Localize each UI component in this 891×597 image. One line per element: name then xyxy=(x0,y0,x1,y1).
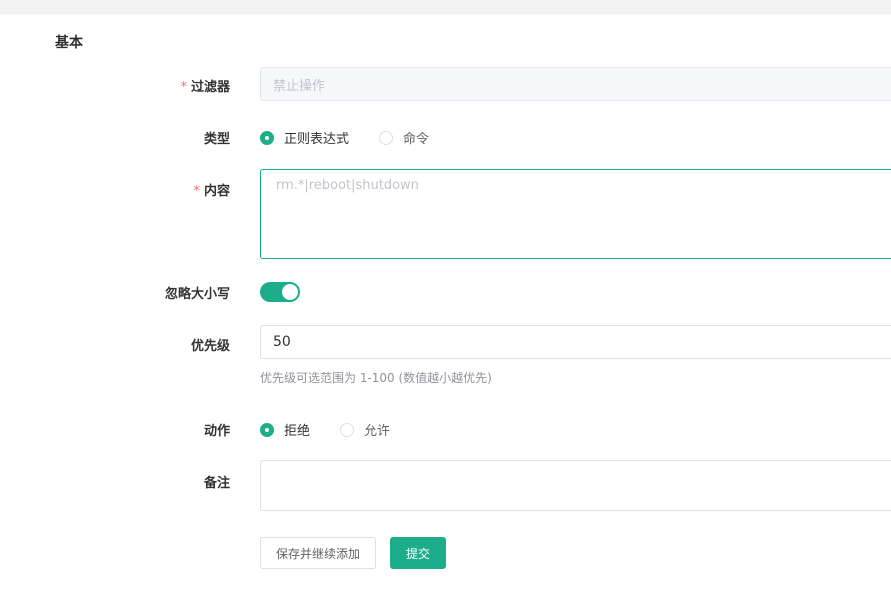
type-option-regex[interactable]: 正则表达式 xyxy=(260,128,349,147)
priority-label: 优先级 xyxy=(190,339,230,354)
priority-hint: 优先级可选范围为 1-100 (数值越小越优先) xyxy=(260,371,492,385)
type-option-regex-label: 正则表达式 xyxy=(284,132,350,147)
action-label: 动作 xyxy=(203,424,230,439)
filter-placeholder: 禁止操作 xyxy=(273,78,326,94)
required-mark: * xyxy=(180,80,187,95)
action-option-allow-label: 允许 xyxy=(364,424,391,439)
action-option-deny[interactable]: 拒绝 xyxy=(260,420,310,439)
content-placeholder: rm.*|reboot|shutdown xyxy=(276,178,419,193)
type-radio-group: 正则表达式 命令 xyxy=(260,128,459,147)
remark-textarea[interactable] xyxy=(260,460,891,511)
radio-checked-icon xyxy=(260,130,274,145)
radio-checked-icon xyxy=(260,422,274,437)
filter-label: * 过滤器 xyxy=(0,76,230,95)
priority-input[interactable]: 50 xyxy=(260,325,891,359)
content-textarea[interactable]: rm.*|reboot|shutdown xyxy=(260,169,891,259)
filter-input[interactable]: 禁止操作 xyxy=(260,67,891,101)
action-option-allow[interactable]: 允许 xyxy=(340,420,390,439)
content-label-text: 内容 xyxy=(203,184,230,199)
switch-knob xyxy=(282,284,298,300)
section-title: 基本 xyxy=(55,35,83,51)
top-strip xyxy=(0,0,891,14)
remark-label: 备注 xyxy=(203,476,230,491)
action-option-deny-label: 拒绝 xyxy=(284,424,311,439)
action-radio-group: 拒绝 允许 xyxy=(260,420,420,439)
filter-label-text: 过滤器 xyxy=(190,80,230,95)
priority-value: 50 xyxy=(273,334,291,350)
type-option-command[interactable]: 命令 xyxy=(379,128,429,147)
save-continue-button[interactable]: 保存并继续添加 xyxy=(260,537,376,569)
radio-unchecked-icon xyxy=(379,130,394,145)
ignore-case-switch[interactable] xyxy=(260,282,300,302)
ignore-case-label: 忽略大小写 xyxy=(164,287,230,302)
type-option-command-label: 命令 xyxy=(403,132,430,147)
submit-button[interactable]: 提交 xyxy=(390,537,446,569)
content-label: * 内容 xyxy=(0,180,230,199)
type-label: 类型 xyxy=(203,132,230,147)
required-mark: * xyxy=(193,184,200,199)
radio-unchecked-icon xyxy=(340,422,355,437)
